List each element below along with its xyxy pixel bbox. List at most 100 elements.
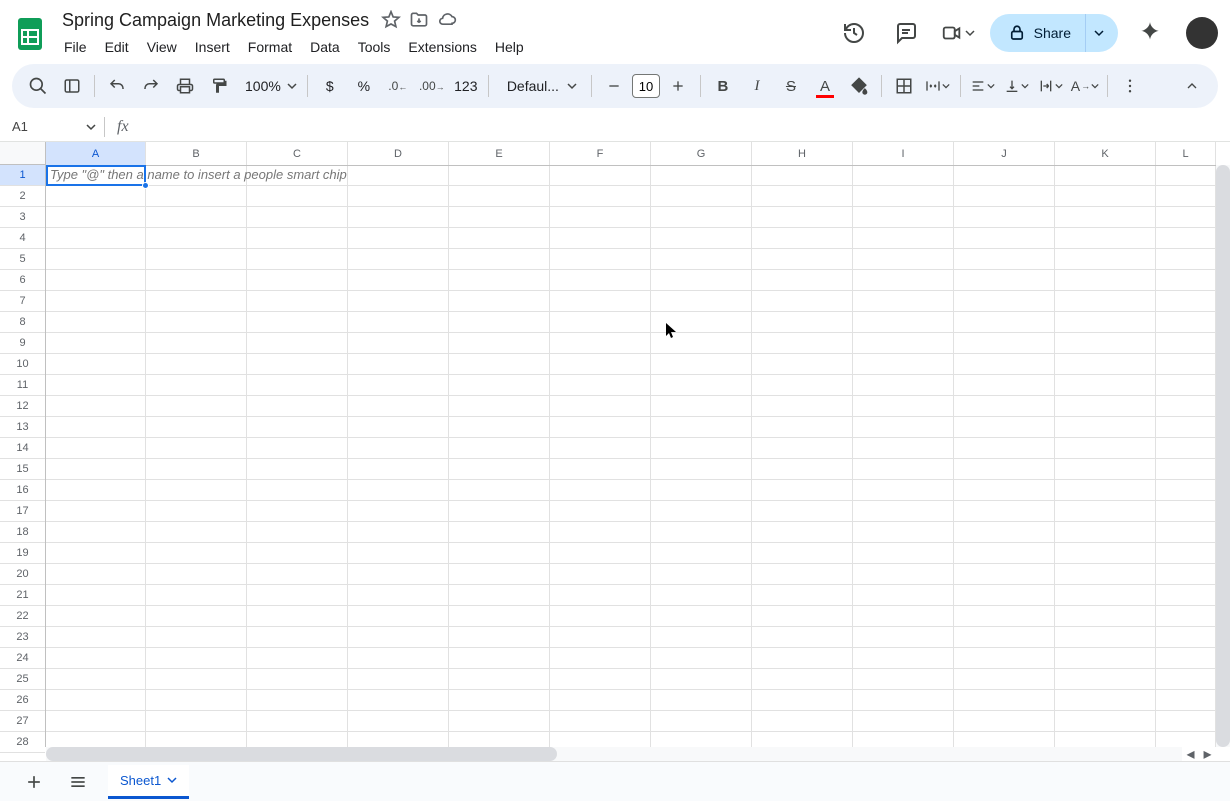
cell[interactable] <box>247 333 348 354</box>
cell[interactable] <box>853 585 954 606</box>
cell[interactable] <box>954 249 1055 270</box>
cell[interactable] <box>954 732 1055 747</box>
cell[interactable] <box>1156 606 1216 627</box>
cell[interactable] <box>146 396 247 417</box>
cell[interactable] <box>651 291 752 312</box>
cell[interactable] <box>1156 186 1216 207</box>
cell[interactable] <box>954 228 1055 249</box>
cell[interactable] <box>853 732 954 747</box>
cell[interactable] <box>853 543 954 564</box>
cell[interactable] <box>146 354 247 375</box>
cell[interactable] <box>1156 711 1216 732</box>
cell[interactable] <box>146 375 247 396</box>
borders-button[interactable] <box>888 70 920 102</box>
column-header[interactable]: B <box>146 142 247 165</box>
cell[interactable] <box>146 291 247 312</box>
cell[interactable] <box>550 165 651 186</box>
cell[interactable] <box>1055 375 1156 396</box>
cell[interactable] <box>853 522 954 543</box>
row-header[interactable]: 27 <box>0 711 45 732</box>
cell[interactable] <box>348 585 449 606</box>
cell[interactable] <box>146 186 247 207</box>
cell[interactable] <box>146 564 247 585</box>
cell[interactable] <box>146 648 247 669</box>
cell[interactable] <box>550 606 651 627</box>
print-icon[interactable] <box>169 70 201 102</box>
menu-tools[interactable]: Tools <box>350 35 399 59</box>
cell[interactable] <box>449 606 550 627</box>
cell[interactable] <box>46 732 146 747</box>
cell[interactable] <box>146 627 247 648</box>
cell[interactable] <box>651 249 752 270</box>
cell[interactable] <box>954 522 1055 543</box>
text-wrap-button[interactable] <box>1035 70 1067 102</box>
row-header[interactable]: 19 <box>0 543 45 564</box>
cells-viewport[interactable]: Type "@" then a name to insert a people … <box>46 165 1216 747</box>
cell[interactable] <box>146 543 247 564</box>
cell[interactable] <box>1055 711 1156 732</box>
cell[interactable] <box>1055 543 1156 564</box>
column-header[interactable]: C <box>247 142 348 165</box>
share-dropdown[interactable] <box>1085 14 1118 52</box>
cell[interactable] <box>1055 585 1156 606</box>
cell[interactable] <box>146 207 247 228</box>
cell[interactable] <box>146 312 247 333</box>
cell[interactable] <box>449 228 550 249</box>
cell[interactable] <box>1055 732 1156 747</box>
decrease-fontsize-button[interactable] <box>598 70 630 102</box>
doc-title[interactable]: Spring Campaign Marketing Expenses <box>56 8 375 33</box>
row-header[interactable]: 17 <box>0 501 45 522</box>
cell[interactable] <box>348 669 449 690</box>
cell[interactable] <box>1055 669 1156 690</box>
cell[interactable] <box>1156 438 1216 459</box>
cell[interactable] <box>853 165 954 186</box>
cell[interactable] <box>550 585 651 606</box>
menu-data[interactable]: Data <box>302 35 348 59</box>
cell[interactable] <box>46 375 146 396</box>
font-family-select[interactable]: Defaul... <box>495 78 585 94</box>
cell[interactable] <box>752 459 853 480</box>
cell[interactable] <box>449 312 550 333</box>
sheet-tab-active[interactable]: Sheet1 <box>108 765 189 799</box>
cell[interactable]: Type "@" then a name to insert a people … <box>46 165 146 186</box>
cell[interactable] <box>752 648 853 669</box>
cell[interactable] <box>247 249 348 270</box>
cell[interactable] <box>853 249 954 270</box>
cell[interactable] <box>449 480 550 501</box>
column-header[interactable]: K <box>1055 142 1156 165</box>
cell[interactable] <box>247 459 348 480</box>
cell[interactable] <box>146 480 247 501</box>
cell[interactable] <box>853 564 954 585</box>
cell[interactable] <box>247 732 348 747</box>
cell[interactable] <box>1055 627 1156 648</box>
cell[interactable] <box>449 417 550 438</box>
cell[interactable] <box>46 564 146 585</box>
cell[interactable] <box>46 354 146 375</box>
cell[interactable] <box>853 186 954 207</box>
cell[interactable] <box>46 480 146 501</box>
cell[interactable] <box>853 228 954 249</box>
fontsize-input[interactable] <box>632 74 660 98</box>
cell[interactable] <box>1156 522 1216 543</box>
row-header[interactable]: 25 <box>0 669 45 690</box>
cell[interactable] <box>651 396 752 417</box>
meet-icon[interactable] <box>938 13 978 53</box>
cell[interactable] <box>348 375 449 396</box>
cell[interactable] <box>1055 165 1156 186</box>
cell[interactable] <box>1156 249 1216 270</box>
cell[interactable] <box>348 417 449 438</box>
cell[interactable] <box>550 333 651 354</box>
row-headers[interactable]: 1234567891011121314151617181920212223242… <box>0 165 46 747</box>
cell[interactable] <box>348 270 449 291</box>
cell[interactable] <box>1055 333 1156 354</box>
cell[interactable] <box>752 249 853 270</box>
cell[interactable] <box>1055 291 1156 312</box>
cell[interactable] <box>1055 606 1156 627</box>
cell[interactable] <box>853 333 954 354</box>
cell[interactable] <box>449 690 550 711</box>
cell[interactable] <box>46 711 146 732</box>
cell[interactable] <box>46 438 146 459</box>
cell[interactable] <box>1156 375 1216 396</box>
share-button[interactable]: Share <box>990 14 1085 52</box>
cell[interactable] <box>247 291 348 312</box>
